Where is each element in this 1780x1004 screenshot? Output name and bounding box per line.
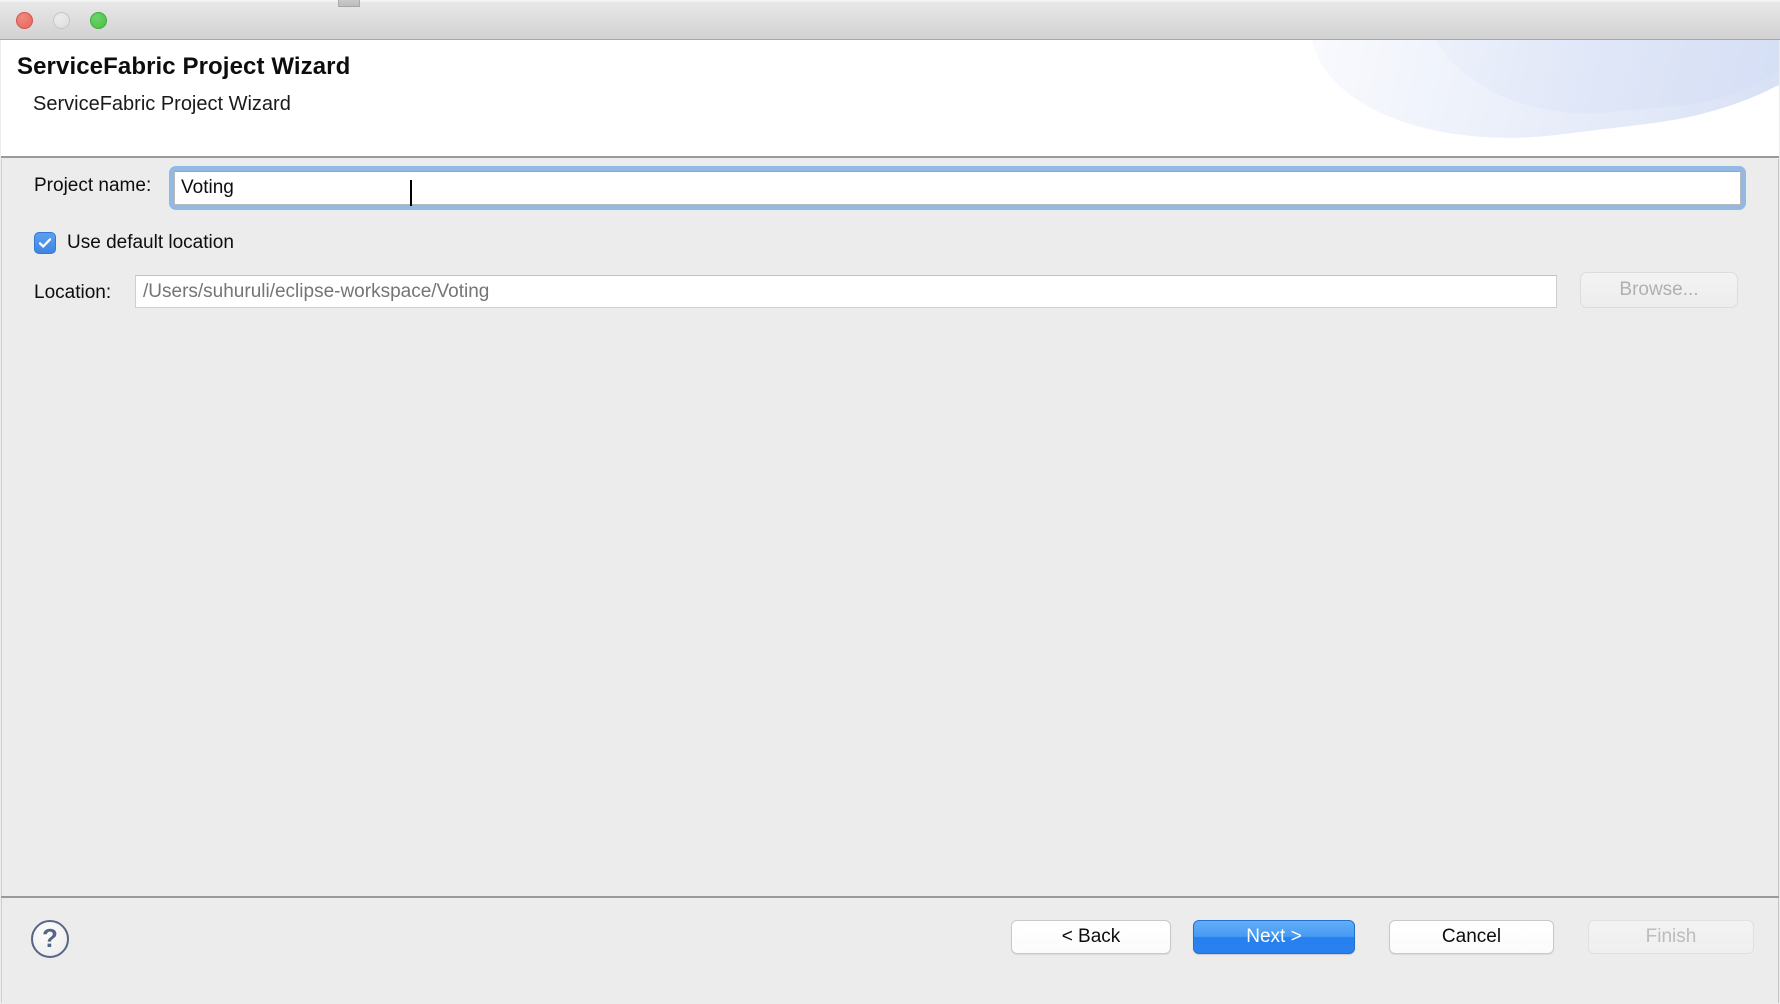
titlebar-highlight	[0, 0, 1780, 2]
use-default-location-label: Use default location	[67, 232, 234, 253]
location-label: Location:	[34, 282, 112, 303]
minimize-window-button[interactable]	[53, 12, 70, 29]
window-top-notch	[338, 0, 360, 7]
project-name-label: Project name:	[34, 175, 152, 196]
cancel-button[interactable]: Cancel	[1389, 920, 1554, 954]
zoom-window-button[interactable]	[90, 12, 107, 29]
wizard-footer: ? < Back Next > Cancel Finish	[1, 898, 1779, 1003]
use-default-location-row[interactable]: Use default location	[34, 232, 234, 254]
browse-button[interactable]: Browse...	[1580, 272, 1738, 308]
use-default-location-checkbox[interactable]	[34, 232, 56, 254]
wizard-content: Project name: Use default location Locat…	[1, 159, 1779, 896]
window-traffic-lights	[16, 12, 107, 29]
window-titlebar	[0, 0, 1780, 40]
location-input[interactable]	[135, 275, 1557, 308]
next-button[interactable]: Next >	[1193, 920, 1355, 954]
finish-button[interactable]: Finish	[1588, 920, 1754, 954]
text-caret	[410, 180, 412, 206]
wizard-header: ServiceFabric Project Wizard ServiceFabr…	[1, 40, 1779, 158]
page-title: ServiceFabric Project Wizard	[17, 53, 351, 80]
back-button[interactable]: < Back	[1011, 920, 1171, 954]
help-icon[interactable]: ?	[31, 920, 69, 958]
checkmark-icon	[38, 238, 52, 248]
wizard-window: ServiceFabric Project Wizard ServiceFabr…	[0, 0, 1780, 1004]
close-window-button[interactable]	[16, 12, 33, 29]
page-subtitle: ServiceFabric Project Wizard	[33, 93, 291, 115]
project-name-focus-ring	[169, 166, 1746, 210]
